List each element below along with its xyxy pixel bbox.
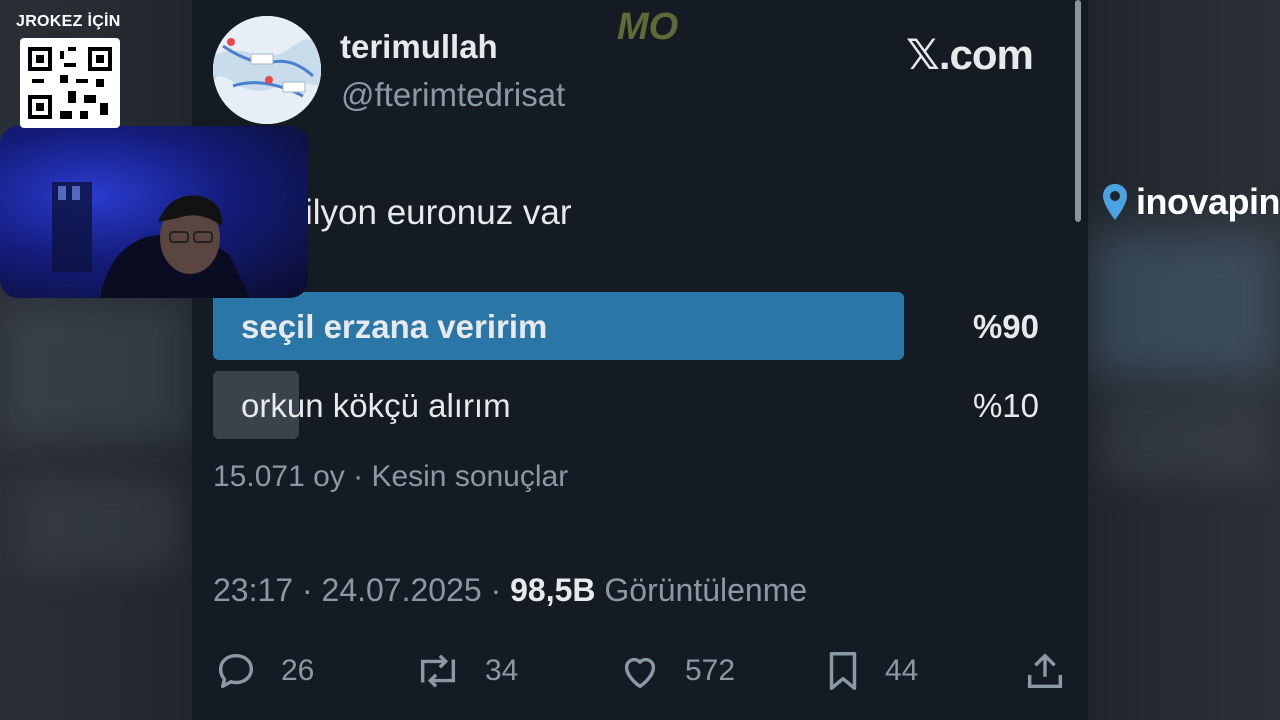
views-label: Görüntülenme [604, 572, 808, 608]
author-name[interactable]: terimullah [340, 28, 498, 66]
reply-button[interactable]: 26 [213, 646, 314, 696]
tweet-timestamp: 23:17 · 24.07.2025 · 98,5B Görüntülenme [213, 572, 807, 609]
reply-icon [218, 653, 254, 689]
reply-count: 26 [281, 654, 315, 687]
tweet-card [192, 0, 1088, 720]
blur-shape [1100, 400, 1270, 480]
author-avatar[interactable] [213, 16, 321, 124]
scrollbar[interactable] [1075, 0, 1081, 222]
poll-option: seçil erzana veririm %90 [213, 292, 1039, 360]
streamer-webcam [0, 126, 308, 298]
map-thumbnail-icon [213, 16, 321, 124]
sponsor-logo: inovapin [1100, 181, 1280, 223]
blur-shape [0, 300, 192, 440]
qr-label: JROKEZ İÇİN [16, 13, 121, 30]
retweet-count: 34 [485, 654, 519, 687]
retweet-icon [420, 654, 456, 688]
channel-watermark: MO [617, 6, 679, 48]
blur-shape [1088, 230, 1280, 380]
tweet-time[interactable]: 23:17 [213, 572, 293, 608]
like-button[interactable]: 572 [617, 646, 735, 696]
poll-meta: 15.071 oy · Kesin sonuçlar [213, 460, 569, 493]
author-handle[interactable]: @fterimtedrisat [341, 76, 565, 114]
poll-option-percent: %10 [972, 387, 1039, 424]
bookmark-icon [829, 652, 857, 690]
location-pin-icon [1103, 184, 1127, 220]
views-count: 98,5B [510, 572, 596, 608]
bookmark-count: 44 [885, 654, 919, 687]
poll-option-label: orkun kökçü alırım [241, 387, 511, 424]
blur-shape [20, 480, 180, 570]
like-count: 572 [685, 654, 736, 687]
sponsor-name: inovapin [1136, 181, 1280, 222]
tweet-text: ilyon euronuz var [305, 193, 572, 232]
x-logo: 𝕏.com [906, 31, 1034, 78]
poll-option-percent: %90 [972, 308, 1039, 345]
poll-option: orkun kökçü alırım %10 [213, 371, 1039, 439]
qr-code-icon [28, 47, 112, 119]
retweet-button[interactable]: 34 [413, 646, 518, 696]
separator-dot: · [301, 572, 322, 608]
tweet-date[interactable]: 24.07.2025 [322, 572, 482, 608]
share-button[interactable] [1022, 646, 1068, 696]
right-blurred-background [1088, 0, 1280, 720]
heart-icon [624, 657, 656, 689]
share-icon [1027, 653, 1063, 689]
bookmark-button[interactable]: 44 [823, 646, 918, 696]
separator-dot: · [490, 572, 511, 608]
qr-code [20, 38, 120, 128]
poll-option-label: seçil erzana veririm [241, 308, 548, 345]
webcam-person-icon [52, 182, 250, 298]
